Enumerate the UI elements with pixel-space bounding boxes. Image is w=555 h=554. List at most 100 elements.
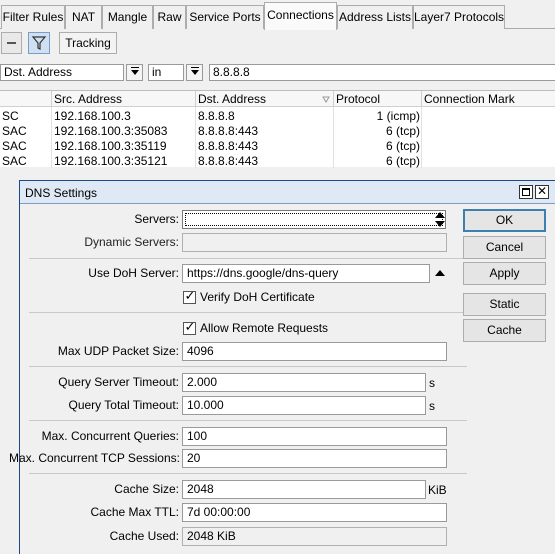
table-row[interactable]: SAC 192.168.100.3:35083 8.8.8.8:443 6 (t… xyxy=(0,123,555,138)
tab-filter-rules[interactable]: Filter Rules xyxy=(1,5,65,29)
cancel-button[interactable]: Cancel xyxy=(463,236,546,259)
tab-mangle[interactable]: Mangle xyxy=(102,5,153,29)
allow-remote-requests-checkbox[interactable] xyxy=(183,320,196,336)
static-button[interactable]: Static xyxy=(463,293,546,316)
query-server-timeout-unit: s xyxy=(429,376,435,390)
filter-field-dropdown[interactable] xyxy=(126,64,143,81)
minus-icon xyxy=(7,42,16,44)
verify-doh-checkbox[interactable] xyxy=(183,289,196,305)
max-udp-input[interactable]: 4096 xyxy=(182,342,447,361)
flags-cell: SAC xyxy=(2,139,27,153)
connections-table: Src. Address Dst. Address Protocol Conne… xyxy=(0,90,555,168)
chevron-down-icon xyxy=(191,70,199,75)
src-address-cell: 192.168.100.3 xyxy=(54,109,131,123)
max-concurrent-queries-input[interactable]: 100 xyxy=(182,427,447,446)
dst-address-cell: 8.8.8.8:443 xyxy=(198,139,259,153)
filter-button[interactable] xyxy=(28,32,50,54)
filter-value-input[interactable]: 8.8.8.8 xyxy=(209,64,555,81)
max-concurrent-tcp-input[interactable]: 20 xyxy=(182,449,447,468)
table-row[interactable]: SAC 192.168.100.3:35119 8.8.8.8:443 6 (t… xyxy=(0,138,555,153)
table-row[interactable]: SC 192.168.100.3 8.8.8.8 1 (icmp) xyxy=(0,108,555,123)
doh-server-input[interactable]: https://dns.google/dns-query xyxy=(182,264,430,283)
query-total-timeout-unit: s xyxy=(429,399,435,413)
column-header-connection-mark[interactable]: Connection Mark xyxy=(422,91,555,107)
divider xyxy=(29,258,467,259)
tracking-button[interactable]: Tracking xyxy=(59,32,117,54)
column-header-protocol[interactable]: Protocol xyxy=(334,91,422,107)
cache-max-ttl-label: Cache Max TTL: xyxy=(90,505,179,519)
src-address-cell: 192.168.100.3:35083 xyxy=(54,124,168,138)
dns-settings-dialog: DNS Settings ✕ Servers: Dynamic Servers:… xyxy=(9,180,555,554)
column-header-flags[interactable] xyxy=(0,91,52,107)
divider xyxy=(29,366,467,367)
cache-size-unit: KiB xyxy=(428,483,447,497)
dialog-title-bar[interactable]: DNS Settings ✕ xyxy=(20,181,555,204)
dst-address-cell: 8.8.8.8:443 xyxy=(198,124,259,138)
ok-button[interactable]: OK xyxy=(463,209,546,232)
divider xyxy=(29,312,467,313)
apply-button[interactable]: Apply xyxy=(463,262,546,285)
dst-address-cell: 8.8.8.8 xyxy=(198,109,235,123)
table-row[interactable]: SAC 192.168.100.3:35121 8.8.8.8:443 6 (t… xyxy=(0,153,555,168)
arrow-up-icon xyxy=(435,212,445,218)
toolbar: Tracking xyxy=(0,29,555,57)
query-server-timeout-input[interactable]: 2.000 xyxy=(182,373,426,392)
tab-connections[interactable]: Connections xyxy=(264,2,337,30)
protocol-cell: 1 (icmp) xyxy=(376,109,420,123)
filter-operator-dropdown[interactable] xyxy=(186,64,203,81)
dst-address-cell: 8.8.8.8:443 xyxy=(198,154,259,168)
servers-label: Servers: xyxy=(134,212,179,226)
flags-cell: SAC xyxy=(2,154,27,168)
cache-used-field: 2048 KiB xyxy=(182,527,447,546)
arrow-up-icon[interactable] xyxy=(435,270,445,276)
filter-operator-select[interactable]: in xyxy=(148,64,184,81)
maximize-button[interactable] xyxy=(519,185,533,199)
max-concurrent-queries-label: Max. Concurrent Queries: xyxy=(41,429,179,443)
divider xyxy=(29,420,467,421)
allow-remote-requests-label: Allow Remote Requests xyxy=(200,321,329,335)
filter-bar: Dst. Address in 8.8.8.8 xyxy=(0,61,555,83)
tab-service-ports[interactable]: Service Ports xyxy=(186,5,264,29)
divider xyxy=(29,473,467,474)
protocol-cell: 6 (tcp) xyxy=(385,154,420,168)
max-udp-label: Max UDP Packet Size: xyxy=(57,344,179,358)
close-button[interactable]: ✕ xyxy=(535,185,549,199)
chevron-down-icon xyxy=(131,70,139,75)
cache-max-ttl-input[interactable]: 7d 00:00:00 xyxy=(182,503,447,522)
filter-field-select[interactable]: Dst. Address xyxy=(0,64,124,81)
src-address-cell: 192.168.100.3:35119 xyxy=(54,139,167,153)
column-header-src-address[interactable]: Src. Address xyxy=(52,91,196,107)
src-address-cell: 192.168.100.3:35121 xyxy=(54,154,168,168)
flags-cell: SC xyxy=(2,109,19,123)
tab-raw[interactable]: Raw xyxy=(153,5,186,29)
doh-server-label: Use DoH Server: xyxy=(88,266,179,280)
filter-icon xyxy=(31,36,47,50)
flags-cell: SAC xyxy=(2,124,27,138)
table-header: Src. Address Dst. Address Protocol Conne… xyxy=(0,91,555,107)
query-total-timeout-input[interactable]: 10.000 xyxy=(182,396,426,415)
tab-bar: Filter Rules NAT Mangle Raw Service Port… xyxy=(0,0,555,30)
protocol-cell: 6 (tcp) xyxy=(385,139,420,153)
servers-add-remove[interactable] xyxy=(434,211,446,230)
servers-input[interactable] xyxy=(182,210,446,229)
cache-size-label: Cache Size: xyxy=(114,482,179,496)
arrow-down-icon xyxy=(435,221,445,227)
query-server-timeout-label: Query Server Timeout: xyxy=(58,375,179,389)
remove-button[interactable] xyxy=(1,32,22,54)
close-icon: ✕ xyxy=(536,184,548,198)
query-total-timeout-label: Query Total Timeout: xyxy=(68,398,180,412)
connection-mark-cell xyxy=(422,138,555,154)
dynamic-servers-label: Dynamic Servers: xyxy=(84,235,179,249)
tab-nat[interactable]: NAT xyxy=(65,5,102,29)
column-header-dst-address[interactable]: Dst. Address xyxy=(196,91,334,107)
maximize-icon xyxy=(522,188,530,196)
connection-mark-cell xyxy=(422,123,555,139)
connection-mark-cell xyxy=(422,108,555,124)
dynamic-servers-field xyxy=(182,233,447,252)
protocol-cell: 6 (tcp) xyxy=(385,124,420,138)
tab-layer7-protocols[interactable]: Layer7 Protocols xyxy=(413,5,505,29)
cache-size-input[interactable]: 2048 xyxy=(182,480,426,499)
cache-button[interactable]: Cache xyxy=(463,319,546,342)
sort-descending-icon xyxy=(322,96,330,103)
tab-address-lists[interactable]: Address Lists xyxy=(337,5,413,29)
